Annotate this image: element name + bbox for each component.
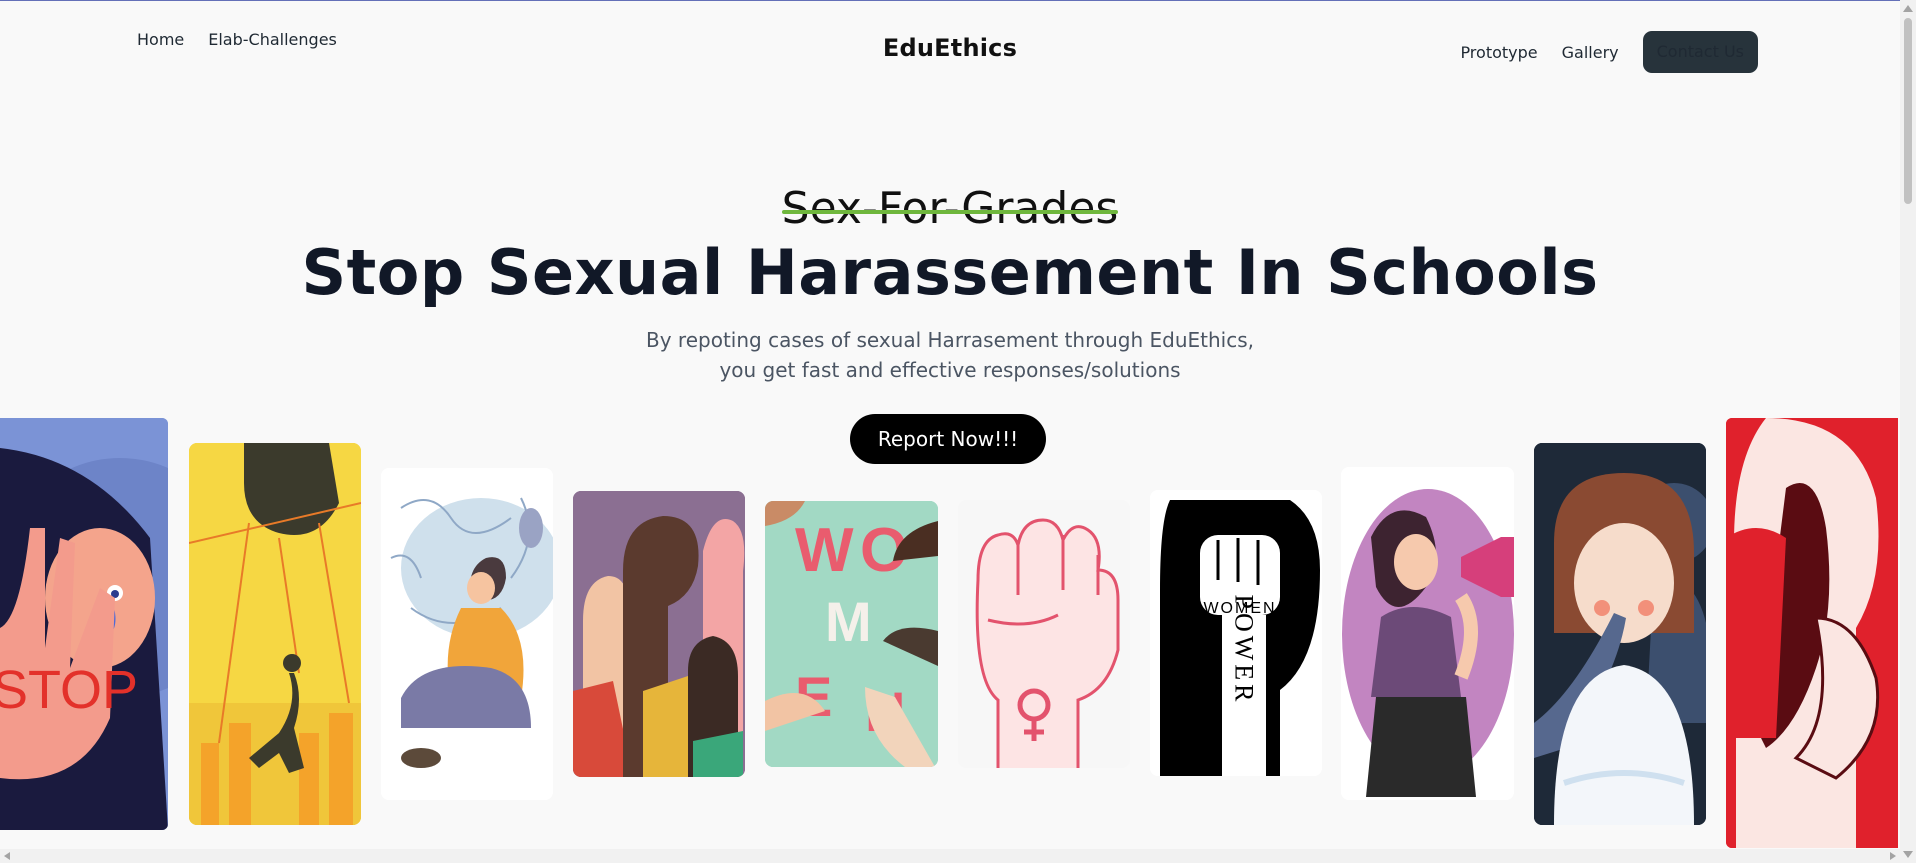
- anxious-girl-illustration: [381, 468, 553, 800]
- scroll-up-arrow-icon[interactable]: [1903, 5, 1913, 12]
- hero-subtitle-line-1: By repoting cases of sexual Harrasement …: [646, 328, 1254, 352]
- women-power-illustration: WOMEN POWER: [1150, 490, 1322, 776]
- puppet-illustration: [189, 443, 361, 825]
- megaphone-woman-illustration: [1341, 467, 1514, 800]
- hero-subtitle: By repoting cases of sexual Harrasement …: [0, 325, 1900, 385]
- gallery-card-women-letters[interactable]: W O M E N: [765, 501, 938, 767]
- scroll-down-arrow-icon[interactable]: [1903, 851, 1913, 858]
- horizontal-scrollbar[interactable]: [0, 849, 1900, 863]
- women-letters-illustration: W O M E N: [765, 501, 938, 767]
- primary-nav-right: Prototype Gallery Contact Us: [1460, 31, 1758, 73]
- gallery-card-pink-fist[interactable]: [958, 500, 1130, 768]
- struck-tagline-text: Sex-For-Grades: [781, 183, 1119, 234]
- feminist-fist-illustration: [958, 500, 1130, 768]
- gallery-card-puppet[interactable]: [189, 443, 361, 825]
- gallery-card-silenced[interactable]: [1534, 443, 1706, 825]
- hero-headline: Stop Sexual Harassement In Schools: [301, 236, 1599, 309]
- nav-prototype-link[interactable]: Prototype: [1460, 43, 1537, 62]
- gallery-card-red-face[interactable]: [1726, 418, 1898, 848]
- power-text: POWER: [1230, 595, 1259, 706]
- raised-fists-illustration: [573, 491, 745, 777]
- report-now-button[interactable]: Report Now!!!: [850, 414, 1046, 464]
- contact-us-button[interactable]: Contact Us: [1642, 31, 1758, 73]
- struck-tagline: Sex-For-Grades: [0, 183, 1900, 234]
- nav-gallery-link[interactable]: Gallery: [1562, 43, 1619, 62]
- scroll-left-arrow-icon[interactable]: [4, 852, 10, 860]
- vertical-scrollbar[interactable]: [1900, 0, 1916, 863]
- top-border: [0, 0, 1900, 1]
- women-letter-w: W: [795, 516, 854, 585]
- silenced-girl-illustration: [1534, 443, 1706, 825]
- gallery-card-women-power[interactable]: WOMEN POWER: [1150, 490, 1322, 776]
- gallery-card-anxiety[interactable]: [381, 468, 553, 800]
- hero-subtitle-line-2: you get fast and effective responses/sol…: [719, 358, 1181, 382]
- stop-hand-illustration: STOP: [0, 418, 168, 830]
- scrollbar-thumb[interactable]: [1904, 18, 1912, 204]
- stop-text: STOP: [0, 660, 138, 720]
- women-letter-m: M: [825, 590, 872, 653]
- scroll-right-arrow-icon[interactable]: [1890, 852, 1896, 860]
- gallery-card-megaphone[interactable]: [1341, 467, 1514, 800]
- gallery-card-stop[interactable]: STOP: [0, 418, 168, 830]
- covered-face-illustration: [1726, 418, 1898, 848]
- gallery-card-fists[interactable]: [573, 491, 745, 777]
